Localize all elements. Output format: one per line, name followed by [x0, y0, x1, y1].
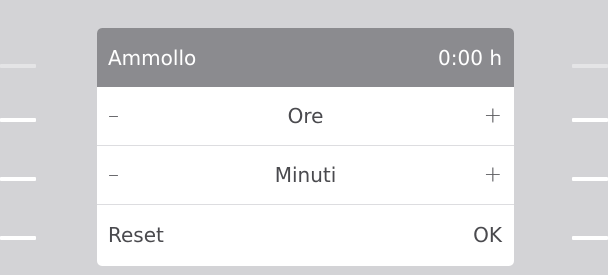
left-indicator-4	[0, 236, 36, 240]
hours-row: – Ore +	[97, 87, 514, 146]
left-indicator-2	[0, 118, 36, 122]
footer-row: Reset OK	[97, 205, 514, 265]
hours-increase-button[interactable]: +	[484, 104, 502, 129]
duration-value: 0:00 h	[438, 45, 502, 70]
panel-header: Ammollo 0:00 h	[97, 28, 514, 87]
program-title: Ammollo	[108, 45, 197, 70]
left-indicator-3	[0, 177, 36, 181]
ok-button[interactable]: OK	[473, 223, 502, 247]
minutes-increase-button[interactable]: +	[484, 163, 502, 188]
minutes-decrease-button[interactable]: –	[108, 163, 119, 188]
minutes-label: Minuti	[274, 163, 337, 187]
soak-settings-panel: Ammollo 0:00 h – Ore + – Minuti + Reset …	[97, 28, 514, 266]
reset-button[interactable]: Reset	[108, 223, 164, 247]
right-indicator-3	[572, 177, 608, 181]
left-indicator-1	[0, 64, 36, 68]
minutes-row: – Minuti +	[97, 146, 514, 205]
right-indicator-1	[572, 64, 608, 68]
right-indicator-2	[572, 118, 608, 122]
hours-decrease-button[interactable]: –	[108, 104, 119, 129]
right-indicator-4	[572, 236, 608, 240]
hours-label: Ore	[287, 104, 324, 128]
